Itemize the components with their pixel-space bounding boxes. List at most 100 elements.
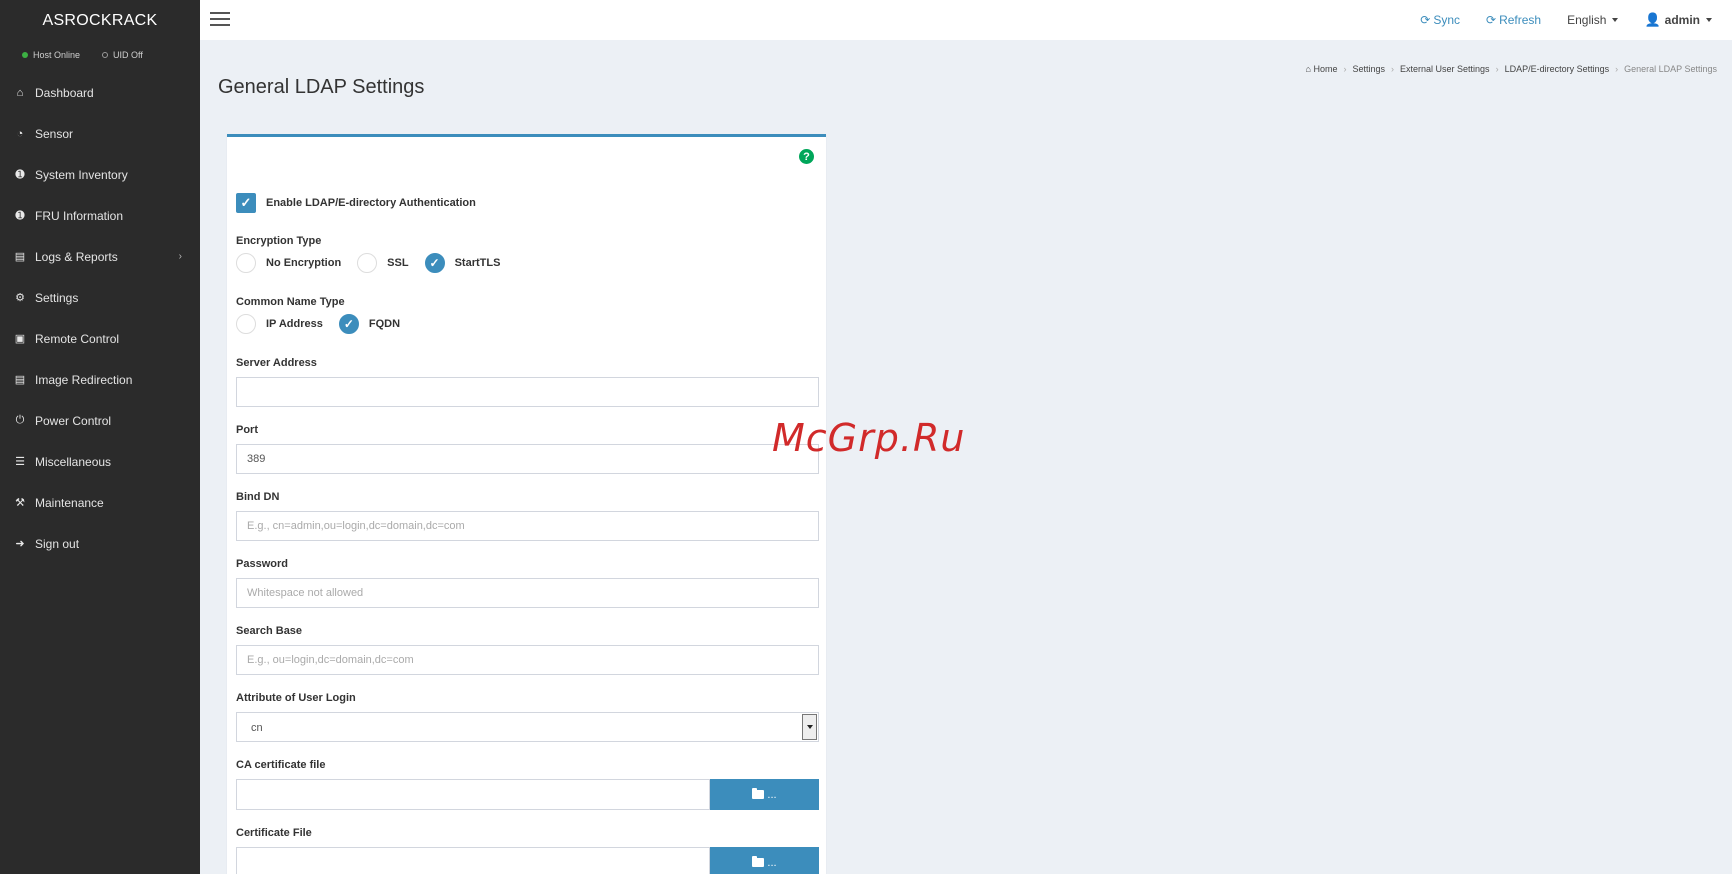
bind-dn-input[interactable] [236,511,819,541]
hdd-icon: ▤ [14,374,26,386]
radio-fqdn-label: FQDN [368,318,401,330]
radio-no-encryption-label: No Encryption [266,257,342,269]
sidebar-item-power-control[interactable]: ⏻ Power Control [0,400,200,441]
hamburger-menu-icon[interactable] [210,12,230,28]
watermark: McGrp.Ru [772,416,966,460]
bar-chart-icon: ▤ [14,251,26,263]
certificate-file-filename[interactable] [236,847,710,874]
folder-icon [752,788,765,799]
certificate-file-browse-button[interactable]: ... [710,847,819,874]
certificate-file-label: Certificate File [236,827,312,839]
ca-certificate-filename[interactable] [236,779,710,810]
list-icon: ☰ [15,456,25,468]
password-input[interactable] [236,578,819,608]
sync-icon: ⟳ [1420,13,1431,27]
common-name-type-field: Common Name Type IP Address ✓ FQDN [236,296,406,334]
info-circle-icon: ➊ [15,210,25,222]
sidebar-item-settings[interactable]: ⚙ Settings [0,277,200,318]
bind-dn-field: Bind DN [236,491,819,541]
dashboard-gauge-icon: ◔ [16,127,24,140]
password-field: Password [236,558,819,608]
page-title: General LDAP Settings [218,76,425,98]
user-dropdown[interactable]: 👤 admin [1644,12,1712,28]
sidebar-item-remote-control[interactable]: ▣ Remote Control [0,318,200,359]
search-base-field: Search Base [236,625,819,675]
language-dropdown[interactable]: English [1567,13,1619,27]
sidebar-nav: ⌂ Dashboard ◔ Sensor ➊ System Inventory ➊ FR… [0,72,200,564]
host-status: Host Online [22,50,80,60]
sidebar: ASROCKRACK Host Online UID Off ⌂ Dashboar… [0,0,200,874]
server-address-input[interactable] [236,377,819,407]
user-login-attribute-label: Attribute of User Login [236,692,356,704]
breadcrumb-current: General LDAP Settings [1624,64,1717,74]
help-icon[interactable]: ? [799,149,814,164]
sign-out-icon: ➜ [15,538,25,550]
chevron-right-icon: › [178,251,182,262]
host-online-dot-icon [22,52,28,58]
certificate-file-field: Certificate File ... [236,827,819,874]
user-login-attribute-select[interactable]: cn [236,712,819,742]
ca-certificate-label: CA certificate file [236,759,326,771]
server-address-field: Server Address [236,357,819,407]
ca-certificate-browse-button[interactable]: ... [710,779,819,810]
common-name-type-label: Common Name Type [236,296,345,308]
power-icon: ⏻ [15,414,25,426]
status-row: Host Online UID Off [0,42,200,68]
user-login-attribute-value: cn [251,722,263,734]
radio-ssl-label: SSL [387,257,409,269]
folder-icon [752,856,765,867]
sidebar-item-sensor[interactable]: ◔ Sensor [0,113,200,154]
encryption-type-label: Encryption Type [236,235,322,247]
radio-ip-address-label: IP Address [266,318,323,330]
sidebar-item-system-inventory[interactable]: ➊ System Inventory [0,154,200,195]
breadcrumb: ⌂ Home › Settings › External User Settin… [1305,64,1717,74]
user-login-attribute-field: Attribute of User Login cn [236,692,819,742]
uid-status[interactable]: UID Off [102,50,143,60]
breadcrumb-ldap-settings[interactable]: LDAP/E-directory Settings [1505,64,1610,74]
radio-ip-address[interactable] [236,314,256,334]
caret-down-icon [806,725,813,729]
select-arrow-button[interactable] [802,714,817,740]
sidebar-item-miscellaneous[interactable]: ☰ Miscellaneous [0,441,200,482]
enable-ldap-label: Enable LDAP/E-directory Authentication [266,197,476,209]
caret-down-icon [1612,18,1619,22]
port-input[interactable] [236,444,819,474]
server-address-label: Server Address [236,357,317,369]
monitor-icon: ▣ [14,333,26,345]
port-label: Port [236,424,258,436]
port-field: Port [236,424,819,474]
breadcrumb-external-user-settings[interactable]: External User Settings [1400,64,1490,74]
sidebar-item-logs-reports[interactable]: ▤ Logs & Reports › [0,236,200,277]
top-navbar: ⟳ Sync ⟳ Refresh English 👤 admin [200,0,1732,40]
user-icon: 👤 [1644,12,1661,27]
top-right-menu: ⟳ Sync ⟳ Refresh English 👤 admin [1420,0,1712,40]
ldap-settings-form: ? ✓ Enable LDAP/E-directory Authenticati… [227,134,826,874]
caret-down-icon [1706,18,1712,22]
sidebar-item-dashboard[interactable]: ⌂ Dashboard [0,72,200,113]
enable-ldap-checkbox[interactable]: ✓ [236,193,256,213]
sync-button[interactable]: ⟳ Sync [1420,13,1460,27]
enable-ldap-field: ✓ Enable LDAP/E-directory Authentication [236,193,476,213]
password-label: Password [236,558,288,570]
radio-ssl[interactable] [357,253,378,273]
ca-certificate-field: CA certificate file ... [236,759,819,810]
search-base-input[interactable] [236,645,819,675]
refresh-button[interactable]: ⟳ Refresh [1486,13,1541,27]
sidebar-item-image-redirection[interactable]: ▤ Image Redirection [0,359,200,400]
breadcrumb-home[interactable]: ⌂ Home [1306,64,1338,74]
info-circle-icon: ➊ [15,169,25,181]
radio-starttls[interactable]: ✓ [424,253,445,273]
encryption-type-field: Encryption Type No Encryption SSL ✓ Star… [236,235,506,273]
radio-no-encryption[interactable] [236,253,256,273]
sidebar-item-fru-information[interactable]: ➊ FRU Information [0,195,200,236]
radio-starttls-label: StartTLS [454,257,501,269]
brand-logo[interactable]: ASROCKRACK [0,0,200,42]
refresh-icon: ⟳ [1486,13,1497,27]
breadcrumb-settings[interactable]: Settings [1352,64,1385,74]
gear-icon: ⚙ [15,292,25,304]
radio-fqdn[interactable]: ✓ [338,314,359,334]
home-icon: ⌂ [1305,64,1311,74]
sidebar-item-maintenance[interactable]: ⚒ Maintenance [0,482,200,523]
sidebar-item-sign-out[interactable]: ➜ Sign out [0,523,200,564]
search-base-label: Search Base [236,625,303,637]
